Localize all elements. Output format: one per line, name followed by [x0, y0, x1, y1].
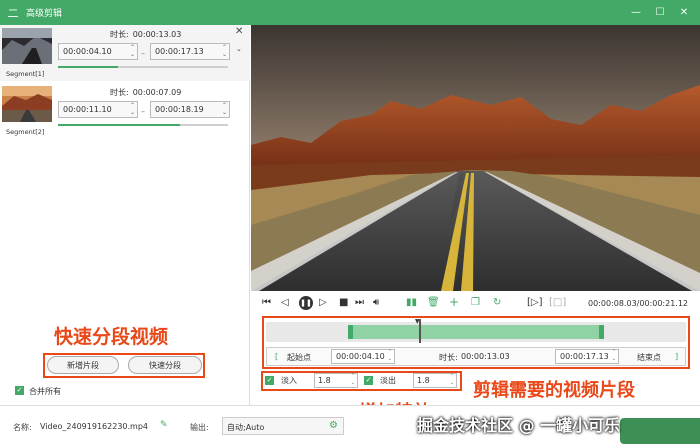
- skip-to-end-icon[interactable]: ⏭: [355, 297, 364, 308]
- segment-end-input[interactable]: 00:00:18.19 ⌃ ⌄: [150, 101, 230, 118]
- spinner-icon[interactable]: ⌃ ⌄: [130, 102, 135, 116]
- segment-thumbnail: [2, 28, 52, 64]
- minimize-button[interactable]: —: [624, 7, 648, 18]
- reset-icon[interactable]: ↻: [493, 297, 501, 308]
- annotation-quick-split: 快速分段视频: [54, 326, 169, 348]
- delete-icon[interactable]: 🗑︎: [427, 297, 440, 308]
- split-icon[interactable]: ▮▮: [406, 297, 417, 308]
- end-bracket: ]: [675, 352, 679, 361]
- pause-icon[interactable]: ❚❚: [299, 296, 313, 310]
- next-frame-icon[interactable]: ▷: [319, 297, 327, 308]
- player-controls: ⏮ ◁ ❚❚ ▷ ■ ⏭ 🔊︎ ▮▮ 🗑︎ + ❐ ↻ [▷] [□] 00:0…: [251, 291, 700, 317]
- mark-out-icon[interactable]: [□]: [549, 297, 566, 308]
- copy-icon[interactable]: ❐: [471, 297, 480, 308]
- previous-frame-icon[interactable]: ◁: [281, 297, 289, 308]
- watermark: 掘金技术社区 @ 一罐小可乐: [417, 416, 621, 435]
- mark-in-icon[interactable]: [▷]: [527, 297, 543, 308]
- delete-segment-icon[interactable]: ✕: [235, 26, 243, 37]
- playback-time: 00:00:08.03/00:00:21.12: [588, 299, 688, 308]
- fade-out-label: 淡出: [380, 376, 396, 385]
- fade-out-input[interactable]: 1.8 ⌃ ⌄: [413, 373, 457, 388]
- stop-icon[interactable]: ■: [339, 297, 348, 308]
- add-segment-button[interactable]: 新增片段: [47, 356, 119, 374]
- gear-icon[interactable]: ⚙: [329, 420, 338, 431]
- trim-end-input[interactable]: 00:00:17.13 ⌃ ⌄: [555, 349, 619, 364]
- spinner-icon[interactable]: ⌃ ⌄: [222, 102, 227, 116]
- segment-duration: 时长: 00:00:13.03: [110, 30, 182, 39]
- segment-start-input[interactable]: 00:00:04.10 ⌃ ⌄: [58, 43, 138, 60]
- segment-item[interactable]: Segment[1] 时长: 00:00:13.03 00:00:04.10 ⌃ ⌄…: [0, 25, 250, 81]
- output-label: 输出:: [190, 423, 209, 432]
- video-preview[interactable]: [251, 25, 700, 291]
- volume-icon[interactable]: 🔊︎: [373, 297, 379, 308]
- merge-all-checkbox[interactable]: ✓: [15, 386, 24, 395]
- app-logo-icon: 二: [7, 6, 19, 20]
- spinner-icon[interactable]: ⌃ ⌄: [222, 44, 227, 58]
- trim-controls: [ 起始点 00:00:04.10 ⌃ ⌄ 时长: 00:00:13.03 00:…: [266, 347, 686, 366]
- add-icon[interactable]: +: [449, 295, 459, 309]
- export-button[interactable]: [620, 418, 700, 444]
- maximize-button[interactable]: ☐: [648, 7, 672, 18]
- trim-duration-label: 时长:: [439, 353, 458, 362]
- output-select[interactable]: 自动;Auto ⚙: [222, 417, 344, 435]
- segment-item[interactable]: Segment[2] 时长: 00:00:07.09 00:00:11.10 ⌃ ⌄…: [0, 83, 250, 139]
- trim-duration: 00:00:13.03: [461, 352, 510, 361]
- range-dash: –: [141, 107, 145, 116]
- trim-start-input[interactable]: 00:00:04.10 ⌃ ⌄: [331, 349, 395, 364]
- file-name: Video_240919162230.mp4: [40, 422, 148, 431]
- skip-to-start-icon[interactable]: ⏮: [262, 297, 271, 308]
- segment-label: Segment[2]: [6, 128, 45, 136]
- fade-in-label: 淡入: [281, 376, 297, 385]
- name-label: 名称:: [13, 423, 32, 432]
- chevron-down-icon[interactable]: ⌄: [236, 45, 242, 53]
- title-bar: 二 高级剪辑 — ☐ ✕: [0, 0, 700, 25]
- fade-in-input[interactable]: 1.8 ⌃ ⌄: [314, 373, 358, 388]
- segment-end-input[interactable]: 00:00:17.13 ⌃ ⌄: [150, 43, 230, 60]
- segment-start-input[interactable]: 00:00:11.10 ⌃ ⌄: [58, 101, 138, 118]
- segment-thumbnail: [2, 86, 52, 122]
- segment-progress: [58, 124, 228, 126]
- range-dash: –: [141, 49, 145, 58]
- spinner-icon[interactable]: ⌃ ⌄: [388, 349, 392, 363]
- segment-duration: 时长: 00:00:07.09: [110, 88, 182, 97]
- start-bracket: [: [275, 352, 279, 361]
- merge-all-label: 合并所有: [29, 387, 61, 396]
- fade-out-checkbox[interactable]: ✓: [364, 376, 373, 385]
- close-window-button[interactable]: ✕: [672, 7, 696, 18]
- fade-in-checkbox[interactable]: ✓: [265, 376, 274, 385]
- spinner-icon[interactable]: ⌃ ⌄: [130, 44, 135, 58]
- quick-split-button[interactable]: 快速分段: [128, 356, 202, 374]
- window-title: 高级剪辑: [26, 9, 63, 19]
- edit-name-icon[interactable]: ✎: [160, 420, 168, 430]
- segment-label: Segment[1]: [6, 70, 45, 78]
- annotation-trim-clips: 剪辑需要的视频片段: [473, 380, 635, 401]
- spinner-icon[interactable]: ⌃ ⌄: [450, 373, 454, 387]
- spinner-icon[interactable]: ⌃ ⌄: [612, 349, 616, 363]
- end-point-label[interactable]: 结束点: [637, 352, 661, 363]
- segment-progress: [58, 66, 228, 68]
- start-point-label[interactable]: 起始点: [287, 352, 311, 363]
- spinner-icon[interactable]: ⌃ ⌄: [351, 373, 355, 387]
